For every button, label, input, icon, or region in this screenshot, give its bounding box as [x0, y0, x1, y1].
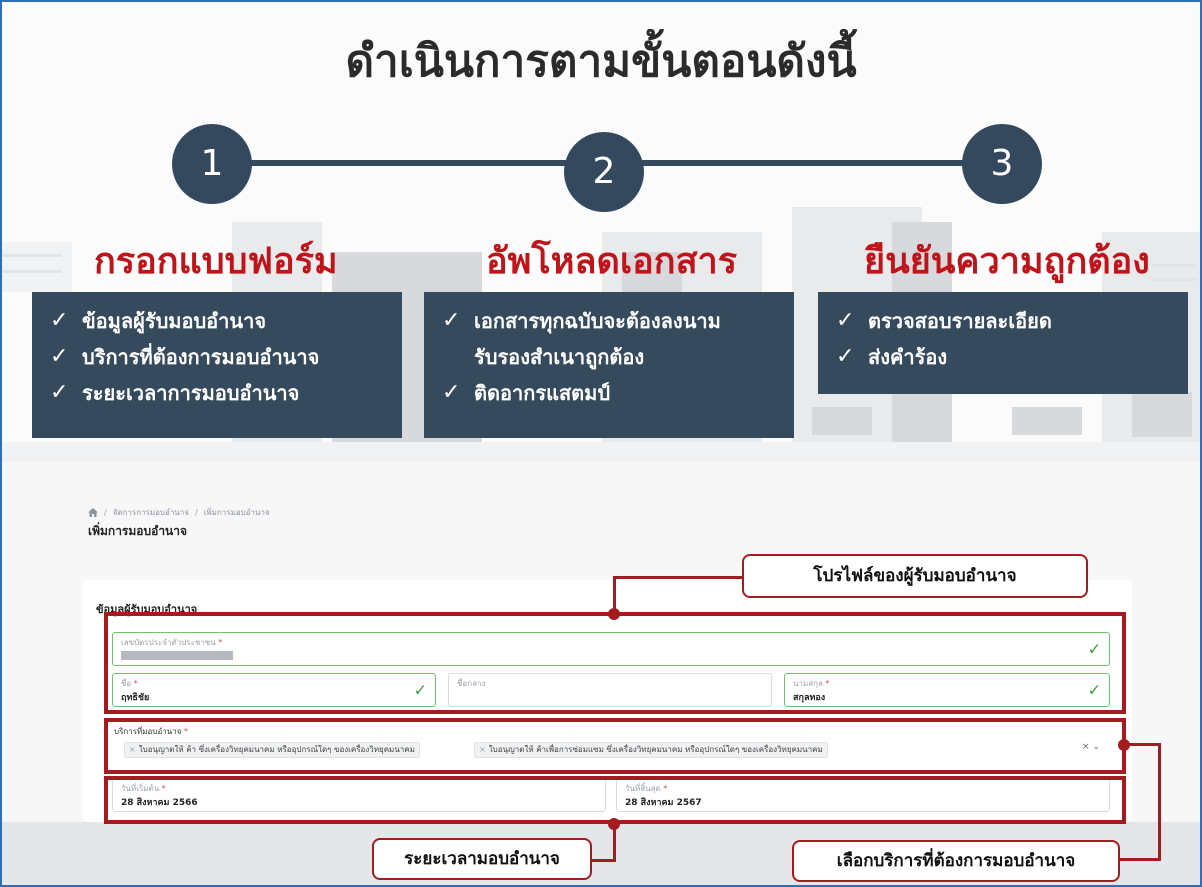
step-1-badge: 1 — [172, 124, 252, 204]
check-icon: ✓ — [442, 380, 461, 405]
check-icon: ✓ — [836, 308, 855, 333]
step-1-item: บริการที่ต้องการมอบอำนาจ — [82, 345, 320, 369]
breadcrumb-separator: / — [194, 508, 198, 517]
step-2-panel: ✓ เอกสารทุกฉบับจะต้องลงนาม รับรองสำเนาถูก… — [424, 292, 794, 438]
bg-building — [812, 407, 872, 435]
bg-line — [2, 270, 62, 273]
callout-line — [1158, 743, 1161, 861]
home-icon[interactable] — [88, 508, 98, 517]
bg-line — [1152, 264, 1197, 267]
step-3-panel: ✓ ตรวจสอบรายละเอียด ✓ ส่งคำร้อง — [818, 292, 1188, 394]
step-2-title: อัพโหลดเอกสาร — [486, 241, 738, 282]
service-callout: เลือกบริการที่ต้องการมอบอำนาจ — [792, 840, 1120, 882]
step-2-badge: 2 — [564, 132, 644, 212]
callout-line — [613, 576, 616, 612]
bg-building — [2, 242, 72, 292]
bg-building — [1132, 392, 1192, 437]
callout-line — [1120, 858, 1161, 861]
step-3-item: ตรวจสอบรายละเอียด — [868, 309, 1052, 333]
callout-dot — [608, 608, 620, 620]
callout-line — [592, 859, 616, 862]
callout-line — [613, 824, 616, 862]
period-callout: ระยะเวลามอบอำนาจ — [372, 838, 592, 880]
callout-dot — [1118, 739, 1130, 751]
breadcrumb-item-manage[interactable]: จัดการการมอบอำนาจ — [113, 506, 189, 519]
page-title: เพิ่มการมอบอำนาจ — [88, 524, 188, 538]
bg-line — [1152, 278, 1197, 281]
step-2-item: ติดอากรแสตมป์ — [474, 381, 611, 405]
bg-building — [1012, 407, 1082, 435]
steps-infographic: ดำเนินการตามขั้นตอนดังนี้ 1 2 3 กรอกแบบฟ… — [2, 2, 1200, 462]
check-icon: ✓ — [836, 344, 855, 369]
step-1-panel: ✓ ข้อมูลผู้รับมอบอำนาจ ✓ บริการที่ต้องการม… — [32, 292, 402, 438]
infographic-frame: ดำเนินการตามขั้นตอนดังนี้ 1 2 3 กรอกแบบฟ… — [0, 0, 1202, 887]
step-3-badge: 3 — [962, 124, 1042, 204]
form-screenshot: / จัดการการมอบอำนาจ / เพิ่มการมอบอำนาจ เ… — [2, 462, 1200, 885]
profile-highlight-box — [104, 612, 1126, 714]
check-icon: ✓ — [50, 380, 69, 405]
check-icon: ✓ — [50, 308, 69, 333]
bg-line — [2, 254, 62, 257]
step-1-item: ระยะเวลาการมอบอำนาจ — [82, 381, 300, 405]
callout-line — [1126, 743, 1160, 746]
step-1-title: กรอกแบบฟอร์ม — [94, 241, 338, 282]
step-3-item: ส่งคำร้อง — [868, 345, 948, 369]
step-1-item: ข้อมูลผู้รับมอบอำนาจ — [82, 309, 267, 333]
bg-ground — [2, 442, 1200, 462]
check-icon: ✓ — [50, 344, 69, 369]
check-icon: ✓ — [442, 308, 461, 333]
step-3-title: ยืนยันความถูกต้อง — [864, 241, 1150, 282]
step-2-item: เอกสารทุกฉบับจะต้องลงนาม — [474, 309, 721, 333]
callout-line — [614, 576, 742, 579]
profile-callout: โปรไฟล์ของผู้รับมอบอำนาจ — [742, 554, 1088, 598]
page-heading: ดำเนินการตามขั้นตอนดังนี้ — [345, 36, 857, 87]
service-highlight-box — [104, 718, 1126, 774]
breadcrumb-separator: / — [104, 508, 107, 517]
step-2-item: รับรองสำเนาถูกต้อง — [474, 345, 645, 369]
breadcrumb-item-current: เพิ่มการมอบอำนาจ — [203, 508, 270, 517]
breadcrumb: / จัดการการมอบอำนาจ / เพิ่มการมอบอำนาจ — [88, 506, 270, 519]
period-highlight-box — [104, 776, 1126, 824]
